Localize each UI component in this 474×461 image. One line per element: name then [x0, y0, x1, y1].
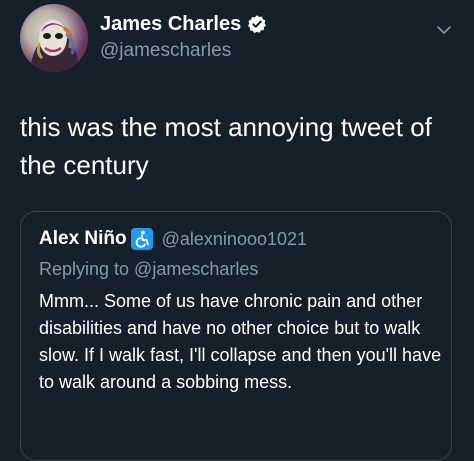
tweet-author[interactable]: James Charles @jamescharles — [100, 10, 267, 62]
accessibility-icon — [130, 228, 153, 250]
avatar-portrait-image — [30, 20, 79, 72]
tweet-text: this was the most annoying tweet of the … — [20, 112, 432, 180]
quoted-tweet-header: Alex Niño @alexninooo1021 — [39, 228, 307, 250]
quoted-author-handle[interactable]: @alexninooo1021 — [162, 229, 307, 250]
tweet: James Charles @jamescharles this was the… — [0, 0, 474, 461]
verified-badge-icon — [247, 14, 267, 34]
quoted-author-name[interactable]: Alex Niño — [39, 228, 127, 250]
quoted-tweet-text: Mmm... Some of us have chronic pain and … — [39, 291, 442, 392]
chevron-down-icon[interactable] — [436, 22, 452, 38]
quoted-tweet-card[interactable]: Alex Niño @alexninooo1021 Replying to @j… — [20, 211, 452, 461]
avatar[interactable] — [20, 4, 88, 72]
author-name[interactable]: James Charles — [100, 13, 241, 36]
replying-to-label[interactable]: Replying to @jamescharles — [39, 259, 258, 280]
author-name-row: James Charles — [100, 10, 267, 38]
author-handle[interactable]: @jamescharles — [100, 40, 267, 62]
